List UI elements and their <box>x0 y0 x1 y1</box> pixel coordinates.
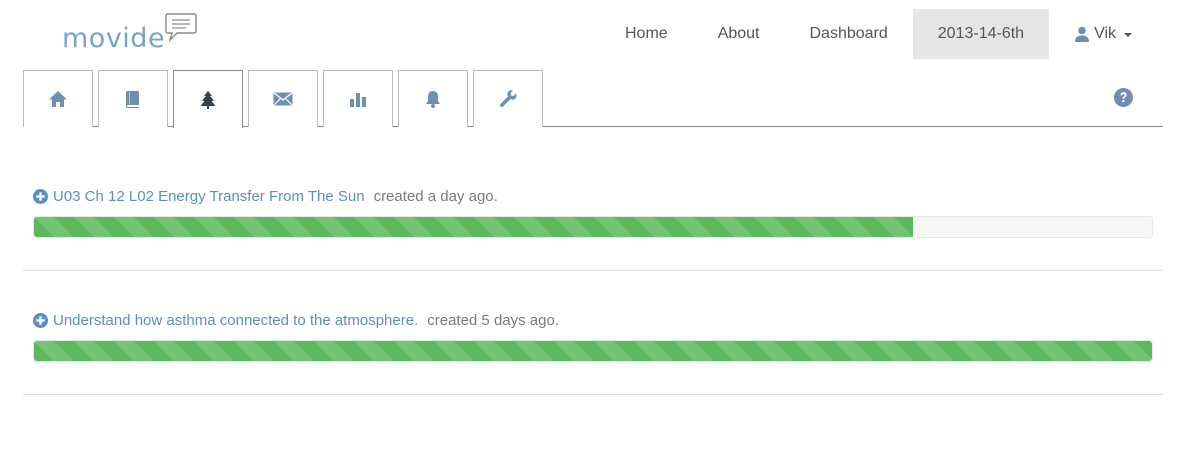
nav-dashboard[interactable]: Dashboard <box>785 9 913 59</box>
lesson-title-link[interactable]: Understand how asthma connected to the a… <box>53 312 418 329</box>
caret-down-icon <box>1124 33 1133 37</box>
lesson-header: Understand how asthma connected to the a… <box>33 309 559 331</box>
tab-settings[interactable] <box>473 70 543 127</box>
nav-about[interactable]: About <box>693 9 785 59</box>
progress-bar <box>33 216 1153 238</box>
plus-circle-icon[interactable] <box>33 312 48 328</box>
plus-circle-icon[interactable] <box>33 188 48 204</box>
progress-fill <box>34 341 1152 361</box>
question-icon[interactable] <box>1114 88 1133 107</box>
tab-book[interactable] <box>98 70 168 127</box>
book-icon <box>126 90 139 108</box>
envelope-icon <box>273 92 293 106</box>
speech-bubble-icon <box>165 13 197 42</box>
user-icon <box>1075 26 1090 42</box>
progress-bar <box>33 340 1153 362</box>
brand-logo[interactable]: movide <box>62 12 202 56</box>
user-menu[interactable]: Vik <box>1049 9 1157 59</box>
bar-chart-icon <box>350 93 366 107</box>
tab-messages[interactable] <box>248 70 318 127</box>
tree-icon <box>200 90 216 109</box>
lesson-created-time: created 5 days ago. <box>427 311 559 329</box>
tab-home[interactable] <box>23 70 93 127</box>
lesson-item: U03 Ch 12 L02 Energy Transfer From The S… <box>23 185 1163 271</box>
section-tabs <box>23 70 1163 128</box>
wrench-icon <box>500 90 517 107</box>
lesson-item: Understand how asthma connected to the a… <box>23 309 1163 395</box>
progress-fill <box>34 217 913 237</box>
bell-icon <box>426 91 440 108</box>
lesson-title-link[interactable]: U03 Ch 12 L02 Energy Transfer From The S… <box>53 188 365 205</box>
brand-name: movide <box>62 23 166 54</box>
tab-notifications[interactable] <box>398 70 468 127</box>
lesson-header: U03 Ch 12 L02 Energy Transfer From The S… <box>33 185 498 207</box>
user-name: Vik <box>1094 25 1117 42</box>
nav-home[interactable]: Home <box>600 9 693 59</box>
lesson-created-time: created a day ago. <box>373 187 498 205</box>
home-icon <box>49 91 67 107</box>
tab-tree[interactable] <box>173 70 243 128</box>
nav-class-selector[interactable]: 2013-14-6th <box>912 9 1050 59</box>
top-navigation: Home About Dashboard 2013-14-6th Vik <box>600 9 1157 59</box>
tab-stats[interactable] <box>323 70 393 127</box>
